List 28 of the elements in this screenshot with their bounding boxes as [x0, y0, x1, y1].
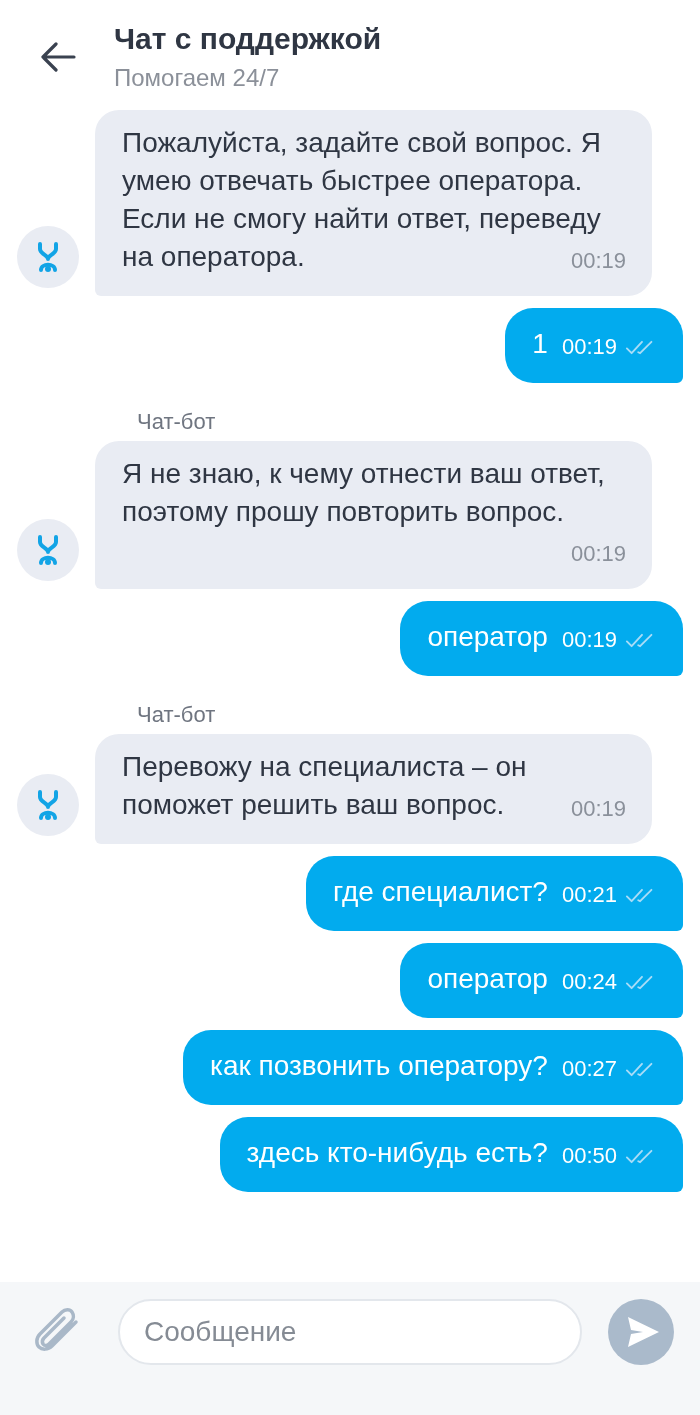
- bot-avatar-icon: [17, 226, 79, 288]
- message-time: 00:24: [561, 968, 617, 996]
- chat-subtitle: Помогаем 24/7: [114, 63, 281, 93]
- bot-message-bubble: Я не знаю, к чему отнести ваш ответ, поэтому прошу повторить вопрос. 00:19: [95, 441, 652, 589]
- chat-title: Чат с поддержкой: [114, 21, 382, 57]
- bot-avatar-icon: [17, 519, 79, 581]
- message-time: 00:19: [561, 333, 617, 361]
- user-message-bubble: здесь кто-нибудь есть? 00:50: [219, 1117, 683, 1192]
- message-time: 00:19: [570, 540, 626, 568]
- sender-name: Чат-бот: [137, 702, 217, 728]
- message-time: 00:27: [561, 1055, 617, 1083]
- bot-message-bubble: Перевожу на специалиста – он поможет решить ваш вопрос. 00:19: [95, 734, 652, 844]
- sender-name: Чат-бот: [137, 409, 217, 435]
- user-message-bubble: оператор 00:24: [400, 943, 683, 1018]
- user-message-bubble: оператор 00:19: [400, 601, 683, 676]
- user-message-bubble: как позвонить оператору? 00:27: [183, 1030, 683, 1105]
- send-icon[interactable]: [608, 1298, 674, 1365]
- user-message-bubble: 1 00:19: [505, 308, 683, 383]
- message-time: 00:21: [561, 881, 617, 909]
- message-time: 00:19: [570, 795, 626, 823]
- bot-message-bubble: Пожалуйста, задайте свой вопрос. Я умею отвечать быстрее оператора. Если не смогу найти ответ, переведу на оператора. 00:19: [95, 110, 652, 296]
- message-time: 00:19: [561, 626, 617, 654]
- message-time: 00:19: [570, 247, 626, 275]
- bot-avatar-icon: [17, 774, 79, 836]
- user-message-bubble: где специалист? 00:21: [305, 856, 683, 931]
- back-arrow-icon[interactable]: [40, 42, 76, 72]
- message-time: 00:50: [561, 1142, 617, 1170]
- message-input-field[interactable]: Сообщение: [118, 1298, 582, 1365]
